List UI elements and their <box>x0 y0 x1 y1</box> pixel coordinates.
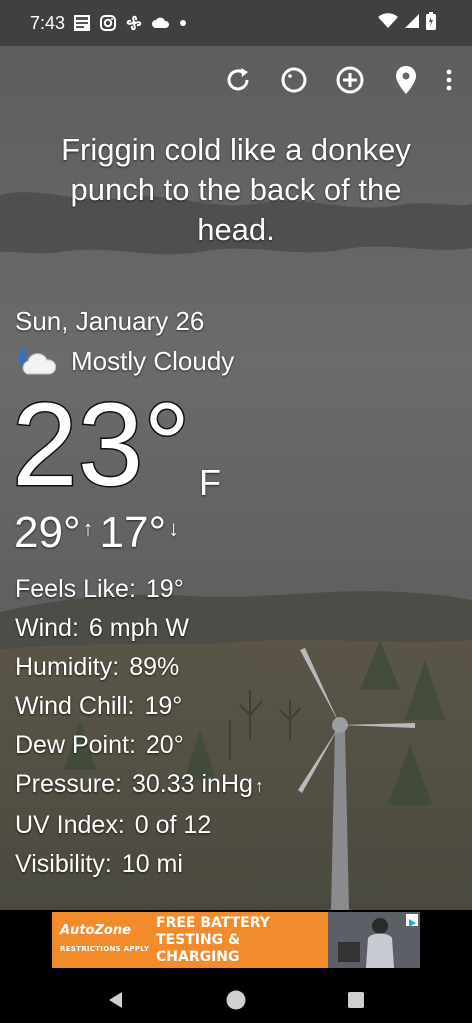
down-arrow-icon: ↓ <box>168 516 180 541</box>
weather-channel-icon <box>73 14 91 32</box>
current-condition: Mostly Cloudy <box>15 344 234 378</box>
high-temp: 29° <box>14 508 81 557</box>
detail-humidity: Humidity: 89% <box>15 648 264 687</box>
location-pin-icon <box>396 66 416 94</box>
condition-label: Mostly Cloudy <box>71 345 235 376</box>
detail-uv-index: UV Index: 0 of 12 <box>15 806 264 845</box>
ad-brand-name: AutoZone <box>60 923 131 938</box>
ad-banner[interactable]: AutoZone RESTRICTIONS APPLY FREE BATTERY… <box>52 912 420 968</box>
ad-brand-logo: AutoZone RESTRICTIONS APPLY <box>60 924 150 956</box>
more-options-button[interactable] <box>438 56 460 104</box>
battery-icon <box>426 12 436 35</box>
signal-icon <box>404 13 420 34</box>
detail-value: 10 mi <box>121 850 183 878</box>
home-button[interactable] <box>176 989 296 1011</box>
low-temp: 17° <box>99 508 167 557</box>
pressure-trend-arrow-icon: ↑ <box>254 776 264 796</box>
detail-value: 20° <box>145 731 184 759</box>
location-button[interactable] <box>382 56 430 104</box>
navigation-bar <box>0 976 472 1023</box>
detail-label: Visibility: <box>15 850 112 878</box>
recents-button[interactable] <box>296 990 416 1010</box>
detail-label: Wind Chill: <box>15 692 135 720</box>
ad-headline: FREE BATTERY TESTING & CHARGING <box>156 915 326 966</box>
wifi-icon <box>378 13 398 34</box>
ad-bar: AutoZone RESTRICTIONS APPLY FREE BATTERY… <box>0 910 472 976</box>
more-options-icon <box>446 69 452 91</box>
detail-value: 89% <box>129 653 180 681</box>
detail-wind: Wind: 6 mph W <box>15 609 264 648</box>
theme-icon <box>281 67 307 93</box>
dot-icon <box>179 19 187 27</box>
back-button[interactable] <box>56 990 176 1010</box>
recents-icon <box>348 991 364 1008</box>
detail-label: Wind: <box>15 614 79 642</box>
current-date: Sun, January 26 <box>15 306 205 336</box>
detail-label: Pressure: <box>15 770 122 798</box>
up-arrow-icon: ↑ <box>82 516 94 541</box>
instagram-icon <box>99 14 117 32</box>
status-bar: 7:43 <box>0 0 472 46</box>
theme-button[interactable] <box>270 56 318 104</box>
detail-label: UV Index: <box>15 811 125 839</box>
fan-icon <box>125 14 143 32</box>
detail-value: 19° <box>145 575 184 603</box>
weather-details: Feels Like: 19° Wind: 6 mph W Humidity: 89%… <box>15 570 264 884</box>
add-location-icon <box>336 66 364 94</box>
detail-label: Dew Point: <box>15 731 136 759</box>
cloud-icon <box>151 16 171 30</box>
refresh-button[interactable] <box>214 56 262 104</box>
detail-value: 30.33 inHg <box>131 770 253 798</box>
refresh-icon <box>227 68 249 91</box>
detail-wind-chill: Wind Chill: 19° <box>15 687 264 726</box>
detail-label: Feels Like: <box>15 575 136 603</box>
detail-feels-like: Feels Like: 19° <box>15 570 264 609</box>
detail-value: 19° <box>144 692 183 720</box>
ad-restrictions: RESTRICTIONS APPLY <box>60 945 150 953</box>
high-low-temps: 29° ↑ 17° ↓ <box>14 506 185 560</box>
back-icon <box>109 991 122 1008</box>
current-temperature: 23° <box>10 379 191 512</box>
weather-headline: Friggin cold like a donkey punch to the … <box>61 132 411 247</box>
toolbar <box>206 56 460 104</box>
detail-label: Humidity: <box>15 653 120 681</box>
status-time: 7:43 <box>30 12 66 33</box>
detail-value: 6 mph W <box>88 614 189 642</box>
ad-headline-line-2: TESTING & CHARGING <box>156 931 241 965</box>
home-icon <box>226 990 246 1009</box>
temperature-unit: F <box>199 462 221 503</box>
detail-dew-point: Dew Point: 20° <box>15 726 264 765</box>
ad-choices-icon[interactable] <box>406 914 418 927</box>
ad-headline-line-1: FREE BATTERY <box>156 914 270 931</box>
detail-pressure: Pressure: 30.33 inHg ↑ <box>15 765 264 806</box>
detail-visibility: Visibility: 10 mi <box>15 845 264 884</box>
partly-cloudy-night-icon <box>17 347 57 375</box>
add-location-button[interactable] <box>326 56 374 104</box>
detail-value: 0 of 12 <box>134 811 212 839</box>
